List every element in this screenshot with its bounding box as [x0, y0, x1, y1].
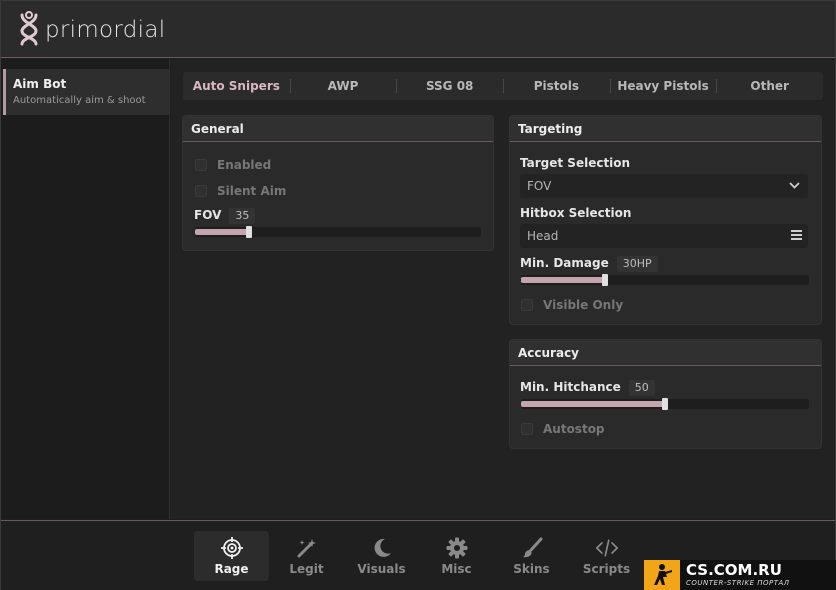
- counter-strike-logo-icon: [644, 560, 680, 590]
- nav-rage-label: Rage: [214, 561, 249, 576]
- min-hitchance-slider[interactable]: [521, 398, 809, 410]
- fov-label-row: FOV 35: [194, 208, 256, 224]
- crosshair-icon: [220, 536, 243, 559]
- general-panel: General Enabled Silent Aim FOV 35: [182, 115, 494, 251]
- nav-legit[interactable]: Legit: [269, 531, 344, 581]
- watermark-main: CS.COM.RU: [686, 561, 782, 579]
- target-selection-dropdown[interactable]: FOV: [520, 174, 808, 198]
- header: primordial: [1, 1, 835, 58]
- autostop-checkbox[interactable]: [521, 423, 533, 435]
- magic-wand-icon: [297, 538, 316, 557]
- nav-skins[interactable]: Skins: [494, 531, 569, 581]
- silent-aim-checkbox[interactable]: [195, 185, 207, 197]
- nav-legit-label: Legit: [289, 561, 324, 576]
- nav-skins-label: Skins: [513, 561, 550, 576]
- tab-awp[interactable]: AWP: [289, 72, 397, 100]
- sidebar-item-title: Aim Bot: [13, 77, 67, 91]
- tab-auto-snipers[interactable]: Auto Snipers: [183, 72, 290, 100]
- nav-visuals-label: Visuals: [357, 561, 406, 576]
- accuracy-panel: Accuracy Min. Hitchance 50 Autostop: [509, 339, 822, 449]
- min-damage-slider-fill: [521, 277, 605, 283]
- sidebar: Aim Bot Automatically aim & shoot: [1, 59, 170, 519]
- min-hitchance-label: Min. Hitchance: [520, 380, 621, 394]
- watermark: CS.COM.RU COUNTER-STRIKE ПОРТАЛ: [644, 560, 836, 590]
- app-name: primordial: [45, 17, 166, 43]
- nav-misc[interactable]: Misc: [419, 531, 494, 581]
- hitbox-selection-value: Head: [527, 229, 559, 243]
- weapon-tabs: Auto Snipers AWP SSG 08 Pistols Heavy Pi…: [183, 72, 823, 100]
- nav-visuals[interactable]: Visuals: [344, 531, 419, 581]
- targeting-panel: Targeting Target Selection FOV Hitbox Se…: [509, 115, 822, 325]
- tab-pistols[interactable]: Pistols: [503, 72, 610, 100]
- silent-aim-label: Silent Aim: [217, 184, 287, 198]
- app-window: primordial Aim Bot Automatically aim & s…: [0, 0, 836, 590]
- tab-other[interactable]: Other: [716, 72, 823, 100]
- min-damage-label: Min. Damage: [520, 256, 609, 270]
- min-damage-slider-knob[interactable]: [601, 274, 608, 286]
- fov-value: 35: [229, 208, 256, 224]
- brush-icon: [522, 537, 542, 557]
- hitbox-selection-label: Hitbox Selection: [520, 206, 632, 220]
- autostop-checkbox-row[interactable]: Autostop: [521, 422, 605, 436]
- target-selection-value: FOV: [527, 179, 552, 193]
- code-icon: [595, 539, 618, 556]
- fov-slider-knob[interactable]: [246, 226, 253, 238]
- enabled-checkbox-row[interactable]: Enabled: [195, 158, 271, 172]
- min-damage-slider[interactable]: [521, 274, 809, 286]
- tab-heavy-pistols[interactable]: Heavy Pistols: [609, 72, 717, 100]
- min-hitchance-value: 50: [628, 380, 655, 396]
- logo: primordial: [17, 11, 165, 49]
- primordial-logo-icon: [20, 11, 38, 46]
- watermark-text: CS.COM.RU COUNTER-STRIKE ПОРТАЛ: [680, 563, 790, 587]
- hitbox-selection-multiselect[interactable]: Head: [520, 224, 808, 248]
- nav-misc-label: Misc: [441, 561, 472, 576]
- targeting-panel-title: Targeting: [510, 116, 821, 142]
- fov-slider-fill: [195, 229, 250, 235]
- visible-only-label: Visible Only: [543, 298, 624, 312]
- fov-label: FOV: [194, 208, 222, 222]
- enabled-label: Enabled: [217, 158, 272, 172]
- silent-aim-checkbox-row[interactable]: Silent Aim: [195, 184, 286, 198]
- moon-icon: [374, 538, 391, 557]
- chevron-down-icon: [789, 174, 800, 207]
- min-damage-value: 30HP: [616, 256, 658, 272]
- general-panel-title: General: [183, 116, 493, 142]
- accuracy-panel-title: Accuracy: [510, 340, 821, 366]
- visible-only-checkbox[interactable]: [521, 299, 533, 311]
- target-selection-label: Target Selection: [520, 156, 631, 170]
- tab-ssg-08[interactable]: SSG 08: [396, 72, 503, 100]
- min-damage-label-row: Min. Damage 30HP: [520, 256, 658, 272]
- min-hitchance-slider-fill: [521, 401, 665, 407]
- bottom-nav: Rage Legit Visuals Misc Skins Scripts: [194, 531, 644, 581]
- min-hitchance-label-row: Min. Hitchance 50: [520, 380, 655, 396]
- min-hitchance-slider-knob[interactable]: [662, 398, 668, 410]
- nav-scripts-label: Scripts: [582, 561, 631, 576]
- fov-slider[interactable]: [195, 226, 481, 238]
- watermark-sub: COUNTER-STRIKE ПОРТАЛ: [686, 579, 790, 587]
- sidebar-item-subtitle: Automatically aim & shoot: [13, 95, 146, 106]
- nav-scripts[interactable]: Scripts: [569, 531, 644, 581]
- autostop-label: Autostop: [543, 422, 605, 436]
- visible-only-checkbox-row[interactable]: Visible Only: [521, 298, 623, 312]
- nav-rage[interactable]: Rage: [194, 531, 269, 581]
- hamburger-menu-icon: [791, 230, 802, 240]
- sidebar-item-aim-bot[interactable]: Aim Bot Automatically aim & shoot: [3, 69, 169, 115]
- gear-icon: [446, 537, 467, 558]
- enabled-checkbox[interactable]: [195, 159, 207, 171]
- main-content: Auto Snipers AWP SSG 08 Pistols Heavy Pi…: [171, 59, 835, 519]
